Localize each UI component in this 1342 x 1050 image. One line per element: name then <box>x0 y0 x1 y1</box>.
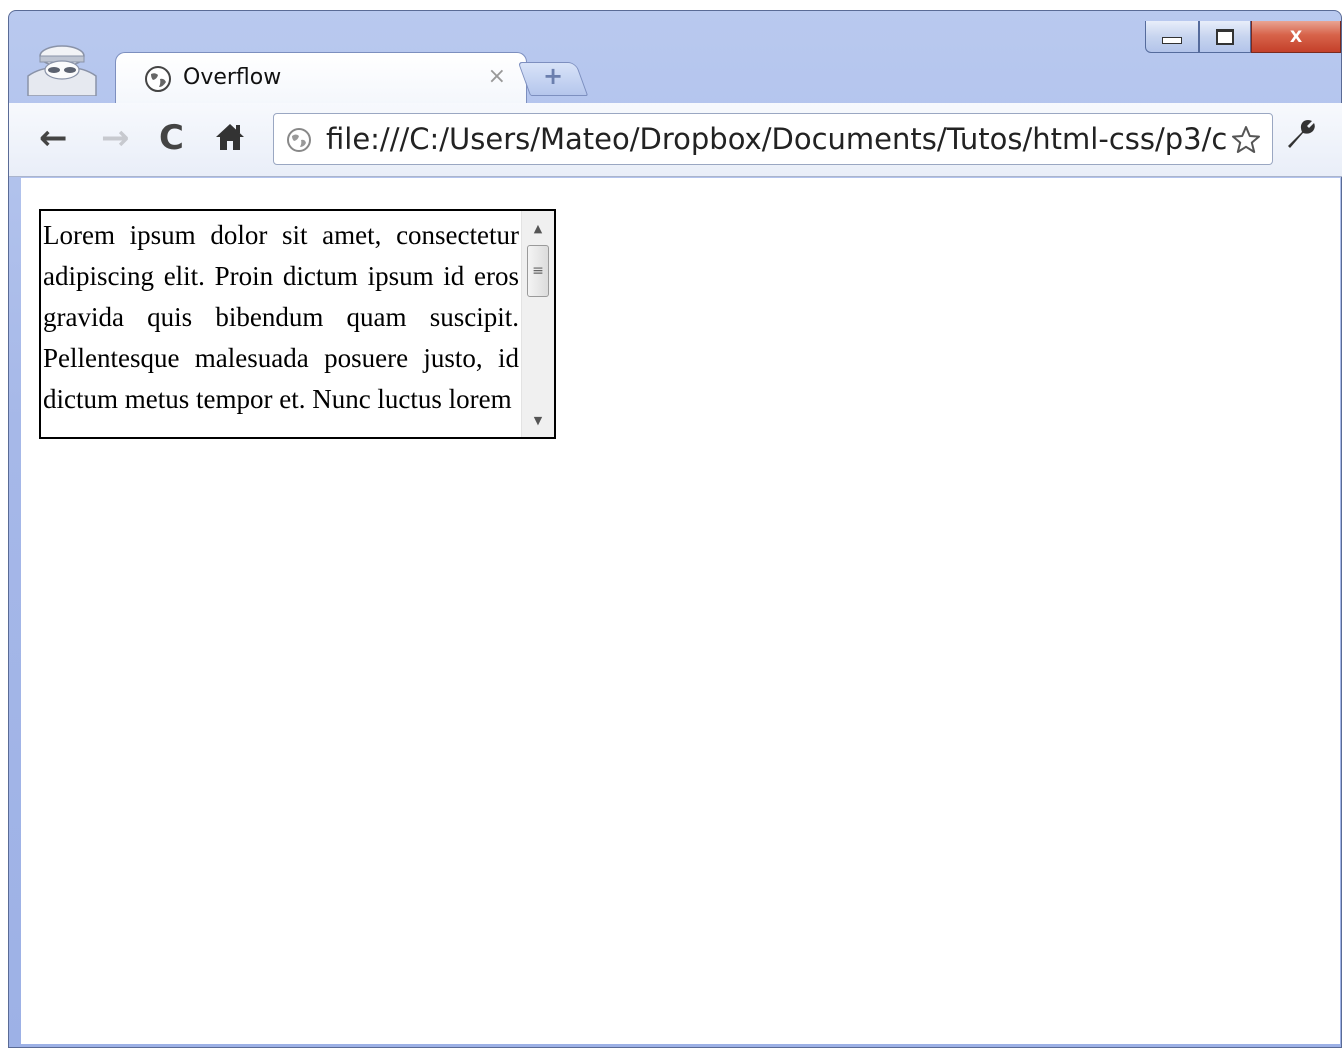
vertical-scrollbar[interactable]: ▲ ≡ ▼ <box>521 211 554 437</box>
maximize-button[interactable] <box>1199 21 1251 53</box>
address-bar[interactable]: file:///C:/Users/Mateo/Dropbox/Documents… <box>273 113 1273 165</box>
scroll-down-icon[interactable]: ▼ <box>522 407 554 433</box>
minimize-icon <box>1162 37 1182 44</box>
close-window-button[interactable]: X <box>1251 21 1341 53</box>
browser-toolbar: ← → C file:///C:/Users/Mateo/Dropbox/Doc… <box>9 103 1342 177</box>
wrench-icon[interactable] <box>1282 116 1318 157</box>
home-icon <box>216 124 244 150</box>
url-text: file:///C:/Users/Mateo/Dropbox/Documents… <box>326 122 1226 156</box>
globe-icon <box>144 65 172 98</box>
tab-overflow[interactable]: Overflow × <box>115 52 527 104</box>
back-button[interactable]: ← <box>39 121 68 155</box>
lorem-ipsum-text: Lorem ipsum dolor sit amet, consectetur … <box>43 220 519 414</box>
minimize-button[interactable] <box>1145 21 1199 53</box>
maximize-icon <box>1216 28 1234 45</box>
tab-close-icon[interactable]: × <box>488 64 506 89</box>
star-bookmark-icon[interactable] <box>1230 124 1262 161</box>
scroll-up-icon[interactable]: ▲ <box>522 215 554 241</box>
forward-button[interactable]: → <box>101 121 130 155</box>
overflow-scroll-box[interactable]: Lorem ipsum dolor sit amet, consectetur … <box>39 209 556 439</box>
incognito-icon <box>22 36 102 97</box>
window-controls: X <box>1145 21 1341 55</box>
scrollbar-thumb[interactable]: ≡ <box>527 245 549 297</box>
tab-title: Overflow <box>183 65 282 90</box>
close-icon: X <box>1289 27 1303 46</box>
home-button[interactable] <box>214 121 246 159</box>
reload-button[interactable]: C <box>159 121 184 155</box>
page-content: Lorem ipsum dolor sit amet, consectetur … <box>21 178 1340 1044</box>
page-globe-icon <box>286 127 312 158</box>
plus-icon: + <box>543 62 564 90</box>
